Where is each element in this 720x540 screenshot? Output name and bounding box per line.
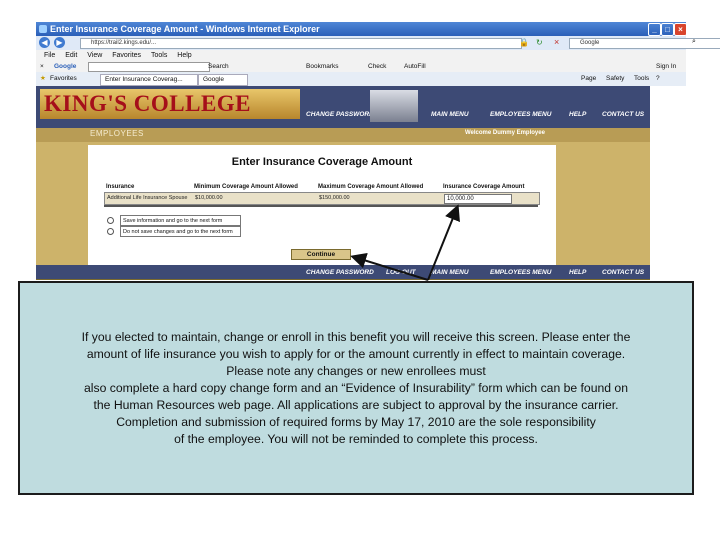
nav-main-menu[interactable]: MAIN MENU [431,111,469,118]
address-bar: ◀ ▶ https://trail2.kings.edu/... 🔒 ↻ × G… [36,36,720,51]
instruction-box: If you elected to maintain, change or en… [18,281,694,495]
instruction-line: of the employee. You will not be reminde… [174,432,538,446]
footer-help[interactable]: HELP [569,269,586,276]
toolbar-check-button[interactable]: Check [368,61,386,72]
instruction-line: the Human Resources web page. All applic… [93,398,619,412]
menu-favorites[interactable]: Favorites [112,52,141,59]
menu-file[interactable]: File [44,52,55,59]
search-icon[interactable]: ⌕ [692,38,696,46]
help-icon[interactable]: ? [656,72,660,86]
instruction-line: Completion and submission of required fo… [116,415,596,429]
tab-insurance[interactable]: Enter Insurance Coverag... [100,74,198,86]
close-toolbar-icon[interactable]: × [40,61,44,72]
col-maximum: Maximum Coverage Amount Allowed [318,184,424,190]
menu-help[interactable]: Help [177,52,191,59]
footer-change-password[interactable]: CHANGE PASSWORD [306,269,374,276]
tab-google[interactable]: Google [198,74,248,86]
cell-insurance: Additional Life Insurance Spouse [107,195,188,201]
favorites-star-icon[interactable]: ★ [40,72,46,86]
col-insurance: Insurance [106,184,135,190]
search-input[interactable]: Google [569,38,720,49]
window-titlebar: Enter Insurance Coverage Amount - Window… [36,22,687,36]
cell-maximum: $150,000.00 [319,195,350,201]
footer-contact-us[interactable]: CONTACT US [602,269,644,276]
option-save[interactable]: Save information and go to the next form [104,215,241,226]
col-minimum: Minimum Coverage Amount Allowed [194,184,298,190]
url-input[interactable]: https://trail2.kings.edu/... [80,38,522,49]
google-toolbar-logo: Google [54,63,77,70]
site-footer-nav: CHANGE PASSWORD LOG OUT MAIN MENU EMPLOY… [36,265,650,279]
tab-google-label: Google [203,76,224,83]
continue-button[interactable]: Continue [291,249,351,260]
no-save-radio[interactable] [107,228,114,235]
ie-icon [39,25,47,33]
col-coverage-amount: Insurance Coverage Amount [443,184,525,190]
footer-log-out[interactable]: LOG OUT [386,269,416,276]
menu-edit[interactable]: Edit [65,52,77,59]
instruction-line: If you elected to maintain, change or en… [81,330,631,344]
toolbar-bookmarks-button[interactable]: Bookmarks [306,61,339,72]
campus-photo [370,90,418,122]
google-toolbar-input[interactable] [88,62,210,72]
nav-help[interactable]: HELP [569,111,586,118]
nav-change-password[interactable]: CHANGE PASSWORD [306,111,374,118]
favorites-button[interactable]: Favorites [50,72,77,86]
nav-employees-menu[interactable]: EMPLOYEES MENU [490,111,551,118]
minimize-icon[interactable]: _ [648,23,661,36]
toolbar-signin-button[interactable]: Sign In [656,61,676,72]
tab-bar: ★ Favorites Enter Insurance Coverag... G… [36,72,686,87]
menu-view[interactable]: View [87,52,102,59]
option-no-save[interactable]: Do not save changes and go to the next f… [104,226,241,237]
table-divider [104,205,538,210]
tab-insurance-label: Enter Insurance Coverag... [105,76,183,83]
instruction-line: also complete a hard copy change form an… [83,381,628,395]
college-logo: KING'S COLLEGE [40,89,300,119]
footer-main-menu[interactable]: MAIN MENU [431,269,469,276]
page-title: Enter Insurance Coverage Amount [231,156,413,168]
command-safety[interactable]: Safety [606,72,624,86]
table-header: Insurance Minimum Coverage Amount Allowe… [104,183,538,192]
stop-icon[interactable]: × [554,37,559,47]
table-row: Additional Life Insurance Spouse $10,000… [104,192,540,205]
welcome-message: Welcome Dummy Employee [465,130,545,136]
command-tools[interactable]: Tools [634,72,649,86]
coverage-amount-input[interactable]: 10,000.00 [444,194,512,204]
close-icon[interactable]: × [674,23,687,36]
option-save-label: Save information and go to the next form [120,215,241,226]
back-icon[interactable]: ◀ [39,37,50,48]
instruction-text: If you elected to maintain, change or en… [20,329,692,448]
instruction-line: amount of life insurance you wish to app… [86,347,626,361]
section-title: EMPLOYEES [90,129,144,138]
forward-icon[interactable]: ▶ [54,37,65,48]
lock-icon: 🔒 [519,38,529,47]
instruction-line: Please note any changes or new enrollees… [226,364,486,378]
cell-minimum: $10,000.00 [195,195,223,201]
save-radio[interactable] [107,217,114,224]
page-right-margin [650,86,686,280]
option-no-save-label: Do not save changes and go to the next f… [120,226,241,237]
maximize-icon[interactable]: □ [661,23,674,36]
refresh-icon[interactable]: ↻ [536,38,543,47]
toolbar-autofill-button[interactable]: AutoFill [404,61,426,72]
window-title: Enter Insurance Coverage Amount - Window… [50,24,320,34]
command-page[interactable]: Page [581,72,596,86]
toolbar-search-button[interactable]: Search [208,61,229,72]
menu-tools[interactable]: Tools [151,52,167,59]
menu-bar: File Edit View Favorites Tools Help [36,50,686,61]
footer-employees-menu[interactable]: EMPLOYEES MENU [490,269,551,276]
nav-contact-us[interactable]: CONTACT US [602,111,644,118]
